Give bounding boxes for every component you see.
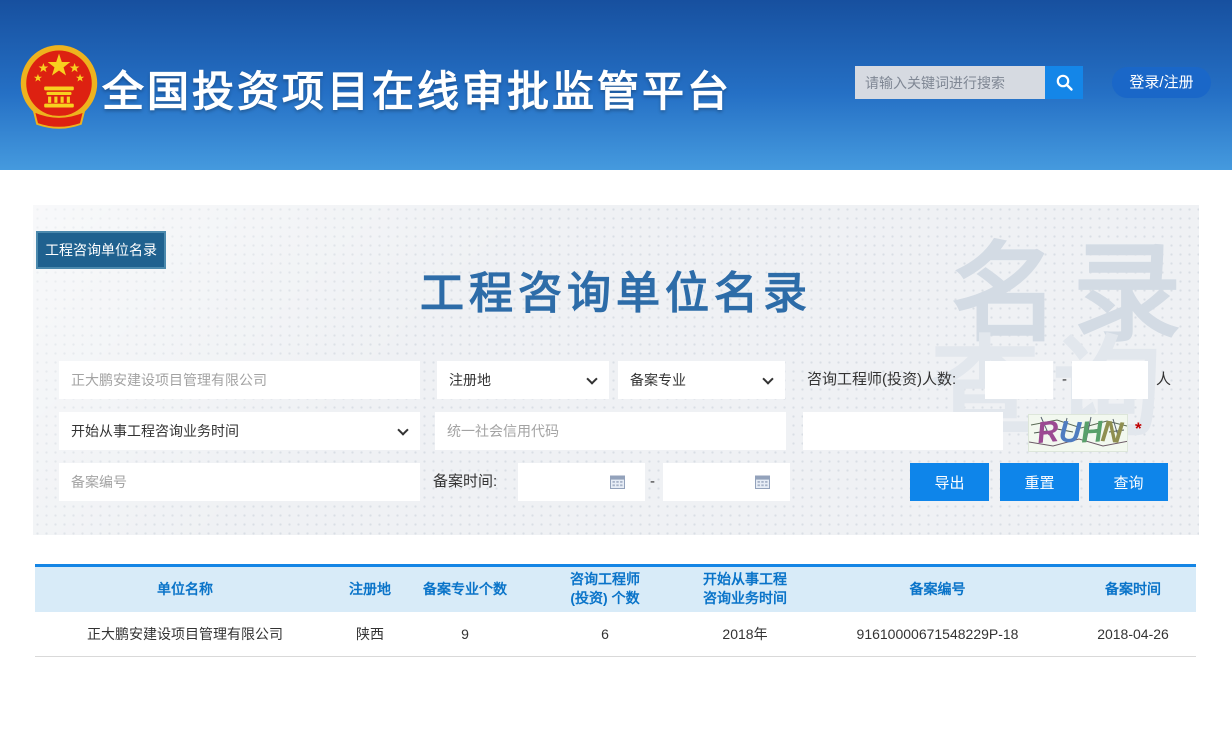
captcha-letter: N bbox=[1099, 415, 1124, 451]
search-icon bbox=[1055, 73, 1074, 92]
directory-query-panel: 名录 查询 工程咨询单位名录 工程咨询单位名录 注册地 备案专业 咨询工程师(投… bbox=[33, 205, 1199, 535]
query-button[interactable]: 查询 bbox=[1089, 463, 1168, 501]
cell-start-time: 2018年 bbox=[685, 612, 805, 657]
results-table: 单位名称 注册地 备案专业个数 咨询工程师 (投资) 个数 开始从事工程 咨询业… bbox=[35, 564, 1196, 657]
col-header-engineer-count: 咨询工程师 (投资) 个数 bbox=[525, 566, 685, 612]
platform-title: 全国投资项目在线审批监管平台 bbox=[102, 58, 732, 119]
chevron-down-icon bbox=[397, 424, 408, 435]
registered-location-select[interactable]: 注册地 bbox=[437, 361, 609, 399]
engineer-count-range-dash: - bbox=[1062, 361, 1067, 399]
header-search-input[interactable] bbox=[855, 66, 1045, 99]
captcha-input[interactable] bbox=[803, 412, 1003, 450]
cell-filing-time: 2018-04-26 bbox=[1070, 612, 1196, 657]
filing-no-input[interactable] bbox=[59, 463, 420, 501]
table-header-row: 单位名称 注册地 备案专业个数 咨询工程师 (投资) 个数 开始从事工程 咨询业… bbox=[35, 566, 1196, 612]
col-header-specialty-count: 备案专业个数 bbox=[405, 566, 525, 612]
col-header-filing-no: 备案编号 bbox=[805, 566, 1070, 612]
site-header: 全国投资项目在线审批监管平台 登录/注册 bbox=[0, 0, 1232, 170]
page-title: 工程咨询单位名录 bbox=[33, 257, 1199, 321]
company-name-input[interactable] bbox=[59, 361, 420, 399]
col-header-start-time: 开始从事工程 咨询业务时间 bbox=[685, 566, 805, 612]
cell-company-name: 正大鹏安建设项目管理有限公司 bbox=[35, 612, 335, 657]
export-button[interactable]: 导出 bbox=[910, 463, 989, 501]
col-header-filing-time: 备案时间 bbox=[1070, 566, 1196, 612]
national-emblem-icon bbox=[20, 44, 98, 132]
engineer-count-max-input[interactable] bbox=[1072, 361, 1148, 399]
header-search-button[interactable] bbox=[1045, 66, 1083, 99]
cell-filing-no: 91610000671548229P-18 bbox=[805, 612, 1070, 657]
cell-engineer-count: 6 bbox=[525, 612, 685, 657]
filing-specialty-value: 备案专业 bbox=[630, 370, 686, 390]
registered-location-value: 注册地 bbox=[449, 370, 491, 390]
filing-time-start-input[interactable] bbox=[518, 463, 645, 501]
cell-specialty-count: 9 bbox=[405, 612, 525, 657]
required-asterisk: * bbox=[1135, 419, 1142, 439]
captcha-letter: U bbox=[1058, 415, 1082, 450]
filing-time-range-dash: - bbox=[650, 463, 655, 501]
col-header-company-name: 单位名称 bbox=[35, 566, 335, 612]
chevron-down-icon bbox=[586, 373, 597, 384]
credit-code-input[interactable] bbox=[435, 412, 786, 450]
captcha-image[interactable]: R U H N bbox=[1028, 414, 1128, 452]
person-unit-label: 人 bbox=[1156, 361, 1171, 399]
start-business-time-value: 开始从事工程咨询业务时间 bbox=[71, 421, 239, 441]
start-business-time-select[interactable]: 开始从事工程咨询业务时间 bbox=[59, 412, 420, 450]
chevron-down-icon bbox=[762, 373, 773, 384]
reset-button[interactable]: 重置 bbox=[1000, 463, 1079, 501]
filing-time-end-input[interactable] bbox=[663, 463, 790, 501]
table-row: 正大鹏安建设项目管理有限公司 陕西 9 6 2018年 916100006715… bbox=[35, 612, 1196, 657]
calendar-icon bbox=[610, 474, 625, 489]
calendar-icon bbox=[755, 474, 770, 489]
filing-time-label: 备案时间: bbox=[433, 463, 497, 501]
captcha-letter: R bbox=[1035, 415, 1060, 451]
col-header-registered-location: 注册地 bbox=[335, 566, 405, 612]
engineer-count-label: 咨询工程师(投资)人数: bbox=[807, 361, 956, 399]
login-register-button[interactable]: 登录/注册 bbox=[1112, 67, 1211, 98]
engineer-count-min-input[interactable] bbox=[985, 361, 1053, 399]
filing-specialty-select[interactable]: 备案专业 bbox=[618, 361, 785, 399]
cell-registered-location: 陕西 bbox=[335, 612, 405, 657]
